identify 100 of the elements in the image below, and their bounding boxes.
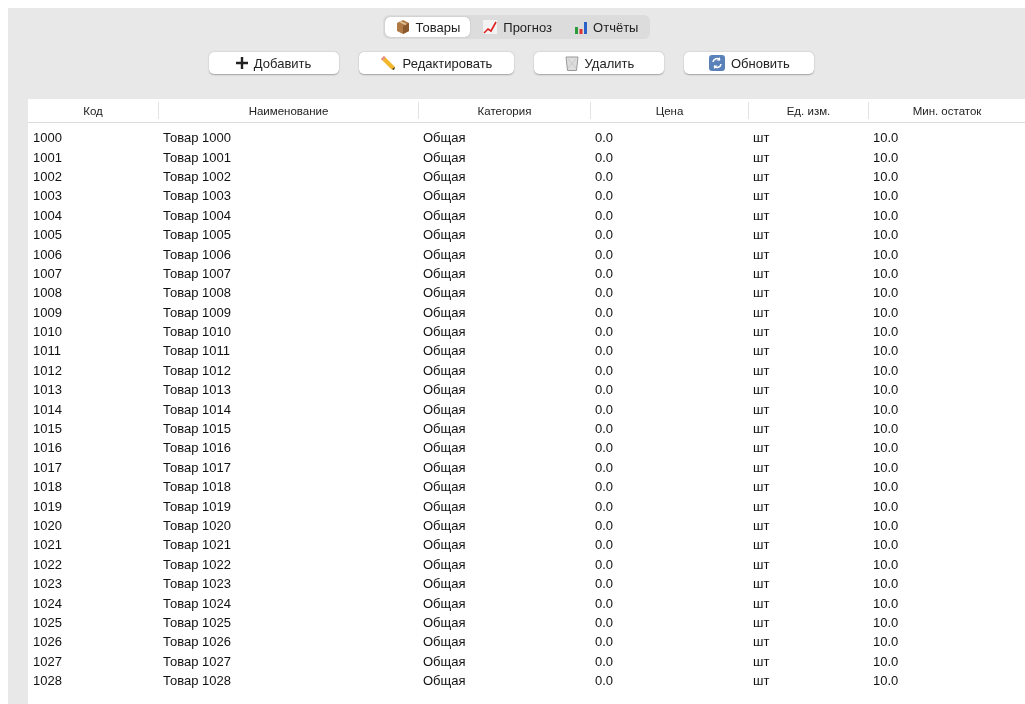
table-cell-text: Общая [422, 440, 467, 456]
table-cell-text: Товар 1009 [162, 304, 232, 320]
table-cell-text: 10.0 [872, 304, 900, 320]
table-cell-text: 0.0 [594, 188, 615, 204]
table-cell-text: 1018 [32, 479, 63, 495]
table-cell-text: 0.0 [594, 614, 615, 630]
table-cell-text: 1013 [32, 382, 63, 398]
table-cell-text: 0.0 [594, 130, 615, 146]
table-cell-text: 1015 [32, 421, 63, 437]
package-icon [394, 19, 411, 35]
table-cell-text: 10.0 [872, 459, 900, 475]
table-cell-text: 1009 [32, 304, 63, 320]
table-cell-text: 0.0 [594, 304, 615, 320]
tab[interactable]: Прогноз [472, 17, 563, 37]
table-cell-text: Товар 1006 [162, 246, 232, 262]
table-cell-text: 0.0 [594, 556, 615, 572]
table-cell-text: Общая [422, 343, 467, 359]
column-header[interactable]: Цена [590, 102, 748, 119]
table-cell-text: 0.0 [594, 459, 615, 475]
table-cell-text: 0.0 [594, 343, 615, 359]
table-cell-text: Товар 1010 [162, 324, 232, 340]
table-cell-text: 10.0 [872, 518, 900, 533]
table-cell-text: Товар 1026 [162, 634, 232, 650]
toolbar-button[interactable]: Удалить [534, 52, 665, 74]
table-cell-text: Товар 1018 [162, 479, 232, 495]
table-cell-text: 10.0 [872, 537, 900, 553]
table-cell-text: 0.0 [594, 401, 615, 417]
table-cell-text: 0.0 [594, 440, 615, 456]
table-cell-text: Общая [422, 207, 467, 223]
table-cell-text: Товар 1003 [162, 188, 232, 204]
table-cell-text: шт [752, 653, 771, 669]
table-cell-text: шт [752, 149, 771, 165]
table-cell-text: шт [752, 362, 771, 378]
table-cell-text: Общая [422, 227, 467, 243]
table-cell-text: 10.0 [872, 207, 900, 223]
table-cell-text: 10.0 [872, 362, 900, 378]
table-cell-text: 0.0 [594, 595, 615, 611]
table-cell-text: шт [752, 556, 771, 572]
trash-icon [564, 55, 579, 71]
table-cell-text: 0.0 [594, 227, 615, 243]
table-cell-text: 1006 [32, 246, 63, 262]
column-header[interactable]: Мин. остаток [868, 102, 1025, 119]
table-cell-text: 0.0 [594, 576, 615, 592]
table-cell-text: Товар 1020 [162, 518, 232, 533]
table-cell-text: Общая [422, 188, 467, 204]
table-cell-text: Общая [422, 576, 467, 592]
tab[interactable]: Отчёты [564, 17, 649, 37]
table-cell-text: 1001 [32, 149, 63, 165]
table-cell-text: Общая [422, 653, 467, 669]
table-cell-text: Общая [422, 459, 467, 475]
table-cell-text: шт [752, 207, 771, 223]
table-cell-text: Общая [422, 537, 467, 553]
table-cell-text: 1025 [32, 614, 63, 630]
table-cell-text: шт [752, 440, 771, 456]
table-cell-text: 10.0 [872, 227, 900, 243]
table-cell-text: 10.0 [872, 498, 900, 514]
table-cell-text: 1008 [32, 285, 63, 301]
table-cell-text: 10.0 [872, 634, 900, 650]
table-cell-text: 1027 [32, 653, 63, 669]
table-cell-text: 0.0 [594, 362, 615, 378]
table-cell-text: 1023 [32, 576, 63, 592]
table-cell-text: Товар 1007 [162, 265, 232, 281]
table-cell-text: Товар 1013 [162, 382, 232, 398]
table-cell-text: Товар 1002 [162, 168, 232, 184]
table-cell-text: 1024 [32, 595, 63, 611]
table-cell-text: 10.0 [872, 421, 900, 437]
toolbar-button[interactable]: Обновить [684, 52, 815, 74]
table-cell-text: 0.0 [594, 285, 615, 301]
table-cell-text: шт [752, 673, 771, 689]
table-cell-text: 1019 [32, 498, 63, 514]
toolbar-button[interactable]: Редактировать [358, 52, 515, 74]
table-cell-text: 1011 [32, 343, 62, 359]
table-cell-text: Товар 1011 [162, 343, 231, 359]
table-cell-text: 1016 [32, 440, 63, 456]
column-header[interactable]: Категория [418, 102, 590, 119]
table-cell-text: Товар 1025 [162, 614, 232, 630]
toolbar-button[interactable]: Добавить [208, 52, 339, 74]
tab[interactable]: Товары [384, 17, 471, 37]
table-cell-text: Общая [422, 614, 467, 630]
column-header[interactable]: Ед. изм. [748, 102, 868, 119]
table-cell-text: 1017 [32, 459, 63, 475]
table-cell-text: Общая [422, 362, 467, 378]
table-cell-text: 10.0 [872, 343, 900, 359]
table-cell-text: 1007 [32, 265, 63, 281]
table-cell-text: 0.0 [594, 518, 615, 533]
table-cell-text: шт [752, 265, 771, 281]
table-cell-text: 1004 [32, 207, 63, 223]
refresh-icon [708, 55, 725, 71]
table-cell-text: 1021 [32, 537, 63, 553]
table-cell-text: Общая [422, 168, 467, 184]
column-header[interactable]: Код [28, 102, 158, 119]
column-header[interactable]: Наименование [158, 102, 418, 119]
table-cell-text: Товар 1005 [162, 227, 232, 243]
table-cell-text: 1020 [32, 518, 63, 533]
table-cell-text: 0.0 [594, 149, 615, 165]
table-cell-text: 10.0 [872, 168, 900, 184]
table-cell-text: 0.0 [594, 537, 615, 553]
table-cell-text: Общая [422, 324, 467, 340]
table-cell-text: 1014 [32, 401, 63, 417]
table-cell-text: шт [752, 421, 771, 437]
